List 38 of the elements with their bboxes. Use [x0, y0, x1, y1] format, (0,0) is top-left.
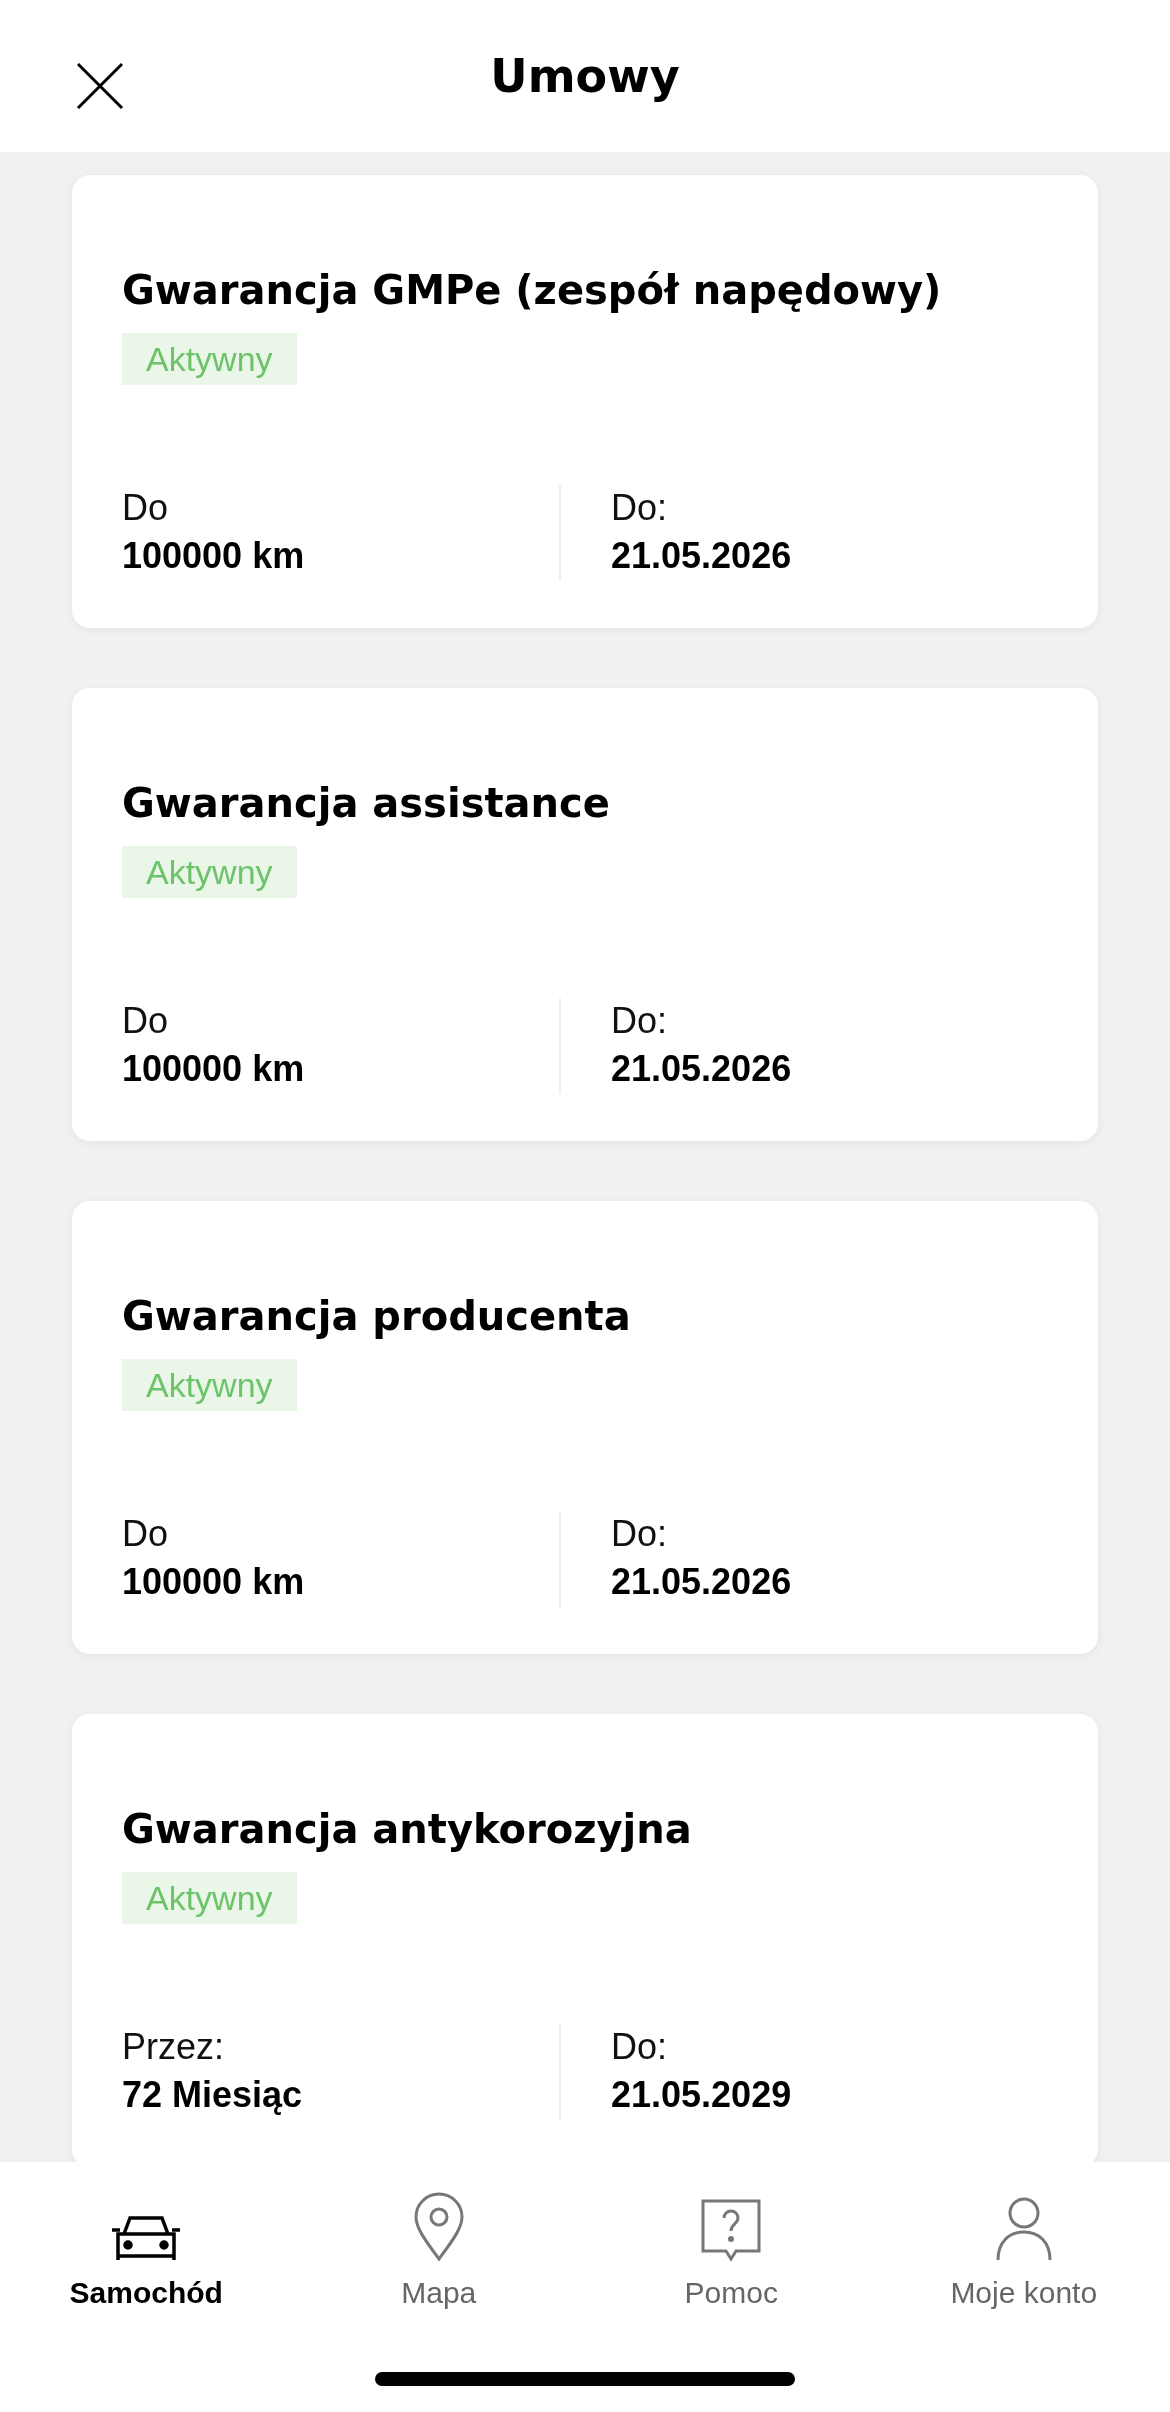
contract-title: Gwarancja producenta	[122, 1292, 631, 1341]
limit-value: 100000 km	[122, 1560, 306, 1604]
help-icon	[700, 2198, 763, 2262]
contract-title: Gwarancja assistance	[122, 779, 610, 828]
date-label: Do:	[611, 486, 669, 530]
status-badge: Aktywny	[122, 846, 297, 898]
date-label: Do:	[611, 2025, 669, 2069]
limit-label: Do	[122, 1512, 170, 1556]
close-button[interactable]	[76, 62, 124, 110]
date-value: 21.05.2029	[611, 2073, 793, 2117]
contract-card[interactable]: Gwarancja antykorozyjna Aktywny Przez: 72 Miesiąc Do: 21.05.2029	[72, 1714, 1098, 2162]
status-badge: Aktywny	[122, 1359, 297, 1411]
limit-label: Do	[122, 486, 170, 530]
date-value: 21.05.2026	[611, 1560, 793, 1604]
user-icon	[994, 2196, 1053, 2262]
date-label: Do:	[611, 1512, 669, 1556]
limit-value: 100000 km	[122, 534, 306, 578]
nav-tab[interactable]: Mapa	[292, 2190, 585, 2310]
date-label: Do:	[611, 999, 669, 1043]
contract-card[interactable]: Gwarancja GMPe (zespół napędowy) Aktywny Do 100000 km Do: 21.05.2026	[72, 175, 1098, 628]
contract-card[interactable]: Gwarancja producenta Aktywny Do 100000 km Do: 21.05.2026	[72, 1201, 1098, 1654]
nav-tab[interactable]: Samochód	[0, 2190, 293, 2310]
contract-title: Gwarancja GMPe (zespół napędowy)	[122, 266, 942, 315]
limit-label: Przez:	[122, 2025, 226, 2069]
nav-tab[interactable]: Pomoc	[585, 2190, 878, 2310]
date-value: 21.05.2026	[611, 1047, 793, 1091]
contract-card[interactable]: Gwarancja assistance Aktywny Do 100000 km Do: 21.05.2026	[72, 688, 1098, 1141]
status-badge: Aktywny	[122, 1872, 297, 1924]
map-pin-icon	[412, 2192, 465, 2262]
contract-title: Gwarancja antykorozyjna	[122, 1805, 692, 1854]
screen-title: Umowy	[490, 49, 680, 103]
limit-value: 100000 km	[122, 1047, 306, 1091]
close-icon	[76, 62, 124, 110]
limit-value: 72 Miesiąc	[122, 2073, 304, 2117]
status-badge: Aktywny	[122, 333, 297, 385]
limit-label: Do	[122, 999, 170, 1043]
date-value: 21.05.2026	[611, 534, 793, 578]
nav-tab[interactable]: Moje konto	[877, 2190, 1170, 2310]
